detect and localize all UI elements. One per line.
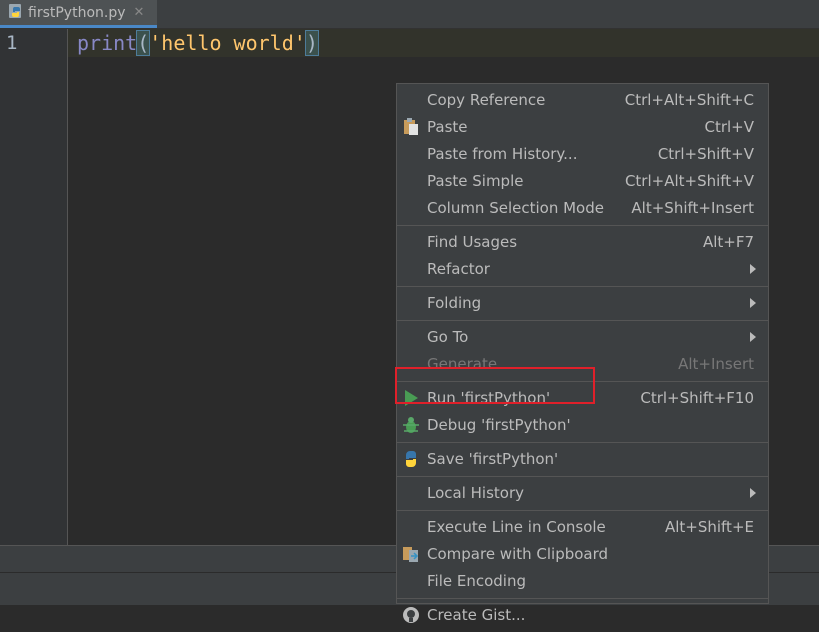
menu-item-label: Create Gist... bbox=[427, 605, 526, 624]
menu-item-debug-firstpython[interactable]: Debug 'firstPython' bbox=[397, 411, 768, 438]
menu-item-label: Run 'firstPython' bbox=[427, 388, 551, 407]
run-icon bbox=[401, 388, 421, 408]
menu-group: Copy Reference Ctrl+Alt+Shift+C Paste Ctrl+… bbox=[397, 84, 768, 226]
menu-item-label: Go To bbox=[427, 327, 469, 346]
submenu-arrow-icon bbox=[750, 332, 756, 342]
menu-item-shortcut: Ctrl+Shift+V bbox=[657, 144, 754, 163]
menu-item-create-gist[interactable]: Create Gist... bbox=[397, 601, 768, 628]
code-function: print bbox=[77, 31, 138, 55]
menu-group: Save 'firstPython' bbox=[397, 443, 768, 477]
menu-group: Go To Generate... Alt+Insert bbox=[397, 321, 768, 382]
menu-item-file-encoding[interactable]: File Encoding bbox=[397, 567, 768, 594]
menu-item-label: Debug 'firstPython' bbox=[427, 415, 571, 434]
menu-item-copy-reference[interactable]: Copy Reference Ctrl+Alt+Shift+C bbox=[397, 86, 768, 113]
code-open-paren: ( bbox=[136, 30, 151, 56]
menu-item-label: Refactor bbox=[427, 259, 490, 278]
menu-item-label: Copy Reference bbox=[427, 90, 546, 109]
github-icon bbox=[401, 605, 421, 625]
submenu-arrow-icon bbox=[750, 298, 756, 308]
menu-item-shortcut: Ctrl+Shift+F10 bbox=[640, 388, 754, 407]
menu-item-shortcut: Ctrl+Alt+Shift+V bbox=[624, 171, 754, 190]
menu-item-shortcut: Ctrl+Alt+Shift+C bbox=[624, 90, 754, 109]
menu-item-label: Paste Simple bbox=[427, 171, 524, 190]
submenu-arrow-icon bbox=[750, 264, 756, 274]
menu-group: Execute Line in Console Alt+Shift+E Compar… bbox=[397, 511, 768, 599]
menu-item-compare-with-clipboard[interactable]: Compare with Clipboard bbox=[397, 540, 768, 567]
submenu-arrow-icon bbox=[750, 488, 756, 498]
menu-item-go-to[interactable]: Go To bbox=[397, 323, 768, 350]
python-icon bbox=[401, 449, 421, 469]
code-string: 'hello world' bbox=[149, 31, 306, 55]
menu-item-local-history[interactable]: Local History bbox=[397, 479, 768, 506]
line-gutter bbox=[0, 29, 68, 545]
menu-group: Run 'firstPython' Ctrl+Shift+F10 Debug 'fi… bbox=[397, 382, 768, 443]
menu-item-label: Paste bbox=[427, 117, 468, 136]
menu-item-paste-from-history[interactable]: Paste from History... Ctrl+Shift+V bbox=[397, 140, 768, 167]
menu-item-execute-line-in-console[interactable]: Execute Line in Console Alt+Shift+E bbox=[397, 513, 768, 540]
tab-label: firstPython.py bbox=[28, 4, 126, 21]
menu-item-label: Find Usages bbox=[427, 232, 518, 251]
close-icon[interactable]: ✕ bbox=[134, 5, 145, 20]
menu-item-label: File Encoding bbox=[427, 571, 526, 590]
compare-icon bbox=[401, 544, 421, 564]
menu-item-label: Local History bbox=[427, 483, 525, 502]
menu-item-refactor[interactable]: Refactor bbox=[397, 255, 768, 282]
menu-item-label: Save 'firstPython' bbox=[427, 449, 559, 468]
context-menu: Copy Reference Ctrl+Alt+Shift+C Paste Ctrl+… bbox=[396, 83, 769, 624]
menu-item-paste-simple[interactable]: Paste Simple Ctrl+Alt+Shift+V bbox=[397, 167, 768, 194]
code-close-paren: ) bbox=[304, 30, 319, 56]
menu-item-shortcut: Alt+Shift+E bbox=[664, 517, 754, 536]
menu-group: Local History bbox=[397, 477, 768, 511]
clipboard-icon bbox=[401, 117, 421, 137]
menu-item-shortcut: Alt+Shift+Insert bbox=[631, 198, 754, 217]
editor-tab-bar: firstPython.py ✕ bbox=[0, 0, 819, 29]
python-file-icon bbox=[8, 3, 24, 23]
menu-item-shortcut: Alt+F7 bbox=[702, 232, 754, 251]
menu-item-shortcut: Alt+Insert bbox=[678, 354, 754, 373]
menu-item-generate: Generate... Alt+Insert bbox=[397, 350, 768, 377]
menu-item-label: Folding bbox=[427, 293, 482, 312]
menu-item-save-firstpython[interactable]: Save 'firstPython' bbox=[397, 445, 768, 472]
code-line[interactable]: print('hello world') bbox=[77, 30, 319, 56]
menu-item-label: Compare with Clipboard bbox=[427, 544, 609, 563]
menu-group: Folding bbox=[397, 287, 768, 321]
menu-item-paste[interactable]: Paste Ctrl+V bbox=[397, 113, 768, 140]
menu-item-find-usages[interactable]: Find Usages Alt+F7 bbox=[397, 228, 768, 255]
menu-item-shortcut: Ctrl+V bbox=[704, 117, 754, 136]
menu-group: Find Usages Alt+F7 Refactor bbox=[397, 226, 768, 287]
menu-item-label: Generate... bbox=[427, 354, 512, 373]
line-number: 1 bbox=[6, 32, 18, 54]
menu-item-run-firstpython[interactable]: Run 'firstPython' Ctrl+Shift+F10 bbox=[397, 384, 768, 411]
menu-item-folding[interactable]: Folding bbox=[397, 289, 768, 316]
tab-firstpython[interactable]: firstPython.py ✕ bbox=[0, 0, 157, 28]
menu-item-label: Execute Line in Console bbox=[427, 517, 606, 536]
menu-item-label: Column Selection Mode bbox=[427, 198, 604, 217]
menu-item-column-selection-mode[interactable]: Column Selection Mode Alt+Shift+Insert bbox=[397, 194, 768, 221]
debug-icon bbox=[401, 415, 421, 435]
menu-item-label: Paste from History... bbox=[427, 144, 578, 163]
